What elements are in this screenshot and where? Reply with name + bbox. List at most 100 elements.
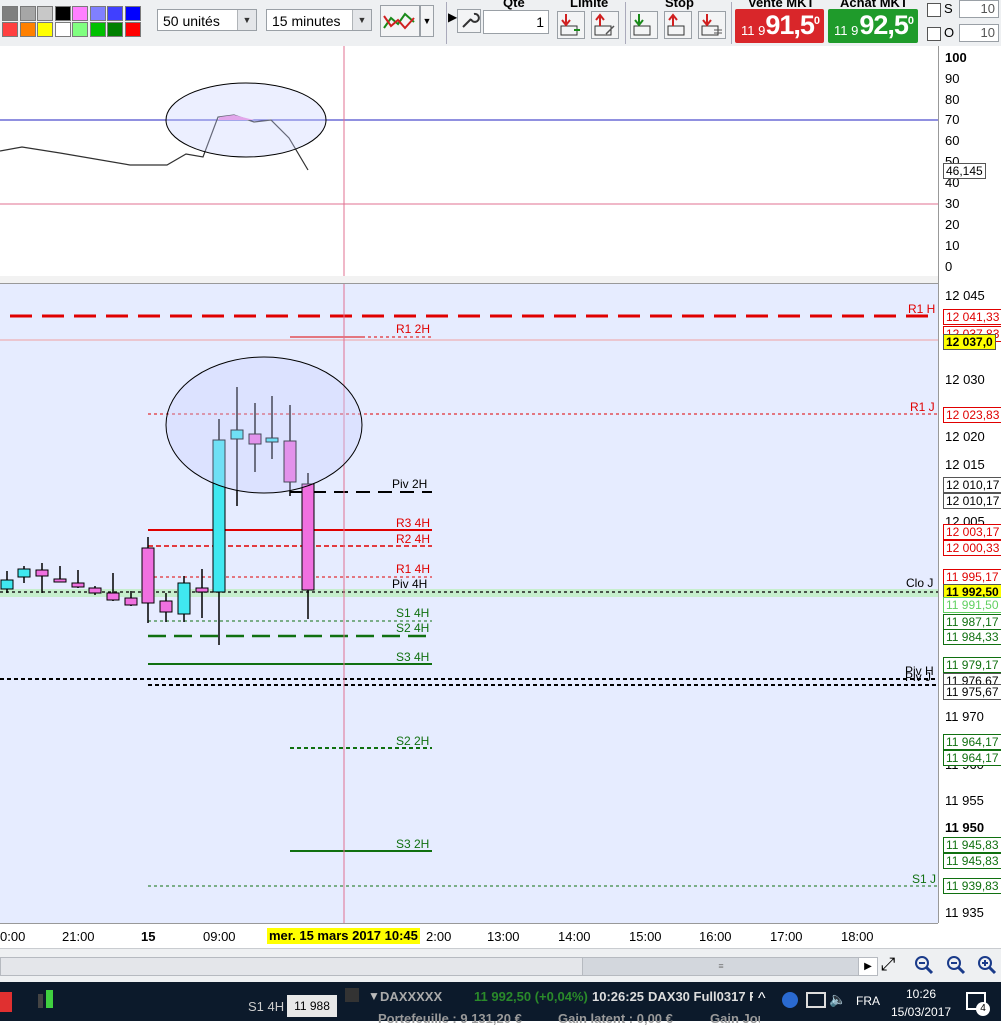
price-chart [0,283,938,923]
price-axis-tag: 11 945,83 [943,853,1001,869]
chevron-down-icon[interactable]: ▼ [368,989,380,1003]
taskbar-symbol[interactable]: DAXXXXX [380,989,442,1004]
qte-input[interactable]: 1 [483,10,549,34]
limit-buy-button[interactable] [557,11,585,39]
chart-type-button[interactable] [380,5,420,37]
s1-4h-label: S1 4H [396,606,430,620]
candle-icon[interactable] [46,990,53,1008]
scroll-right-arrow[interactable]: ▶ [858,958,877,975]
taskbar-s1-4h: S1 4H [248,999,285,1014]
candle-body [17,568,31,578]
toolbar: 50 unités ▼ 15 minutes ▼ ▼ ▶ Qte 1 Limit… [0,0,1001,47]
separator [446,2,447,44]
buy-market-button[interactable]: 11 9 92,50 [828,9,918,43]
price-highlight-ellipse [165,356,363,494]
clock-date[interactable]: 15/03/2017 [891,1005,951,1019]
zoom-in-icon[interactable] [975,953,999,982]
r2-4h-label: R2 4H [396,532,431,546]
color-swatch[interactable] [124,22,141,37]
wrench-button[interactable] [457,9,481,33]
units-select[interactable]: 50 unités ▼ [157,9,257,31]
monitor-icon[interactable] [806,992,826,1008]
price-axis-tag: 12 000,33 [943,540,1001,556]
color-swatch[interactable] [19,22,36,37]
color-swatch[interactable] [54,22,71,37]
color-swatch[interactable] [54,6,71,21]
price-axis-tag: 12 041,33 [943,309,1001,325]
rsi-pane[interactable] [0,46,938,277]
stop-sell-button[interactable] [664,11,692,39]
color-swatch[interactable] [19,6,36,21]
color-swatch[interactable] [89,6,106,21]
s-checkbox[interactable] [927,3,941,17]
rsi-highlight-ellipse [165,82,327,158]
horizontal-scrollbar[interactable]: ≡ ▶ [0,957,878,976]
candle-body [301,483,315,591]
app-icon[interactable] [0,992,12,1012]
s-value-input[interactable]: 10 [959,0,999,18]
rsi-axis-tick: 30 [945,196,960,211]
scrollbar-thumb[interactable]: ≡ [582,958,859,975]
buy-price-prefix: 11 9 [834,23,859,38]
rsi-axis-tick: 20 [945,217,960,232]
square-icon [345,988,359,1002]
chart-type-dropdown[interactable]: ▼ [420,5,434,37]
clo-j-label: Clo J [906,576,934,590]
taskbar-timestamp: 10:26:25 [592,989,645,1004]
price-axis-tag: 12 010,17 [943,493,1001,509]
color-swatch[interactable] [107,6,123,21]
taskbar-price-box: 11 988 [287,995,337,1017]
stop-trailing-button[interactable] [698,11,726,39]
zoom-out-icon[interactable] [944,953,968,982]
color-swatch[interactable] [72,6,88,21]
network-icon[interactable] [782,992,798,1008]
price-axis-tag: 11 945,83 [943,837,1001,853]
price-pane[interactable]: R1 H R1 2H R1 J Piv 2H R3 4H R2 4H R1 4H… [0,283,938,923]
clock-time[interactable]: 10:26 [906,987,936,1001]
candle-icon[interactable] [38,994,43,1008]
candle-body [106,592,120,601]
chevron-down-icon[interactable]: ▼ [237,10,256,30]
price-axis[interactable]: 100 90 80 70 60 50 40 30 20 10 0 46,145 12 045 12 0… [938,46,1001,923]
chevron-up-icon[interactable]: ^ [758,990,766,1008]
o-checkbox[interactable] [927,27,941,41]
time-axis[interactable]: 0:00 21:00 15 09:00 2:00 13:00 14:00 15:00 16:00… [0,923,938,948]
candle-body [195,587,209,593]
color-swatch[interactable] [2,6,18,21]
candle-body [71,582,85,588]
stop-buy-button[interactable] [630,11,658,39]
color-swatch[interactable] [107,22,123,37]
language-indicator[interactable]: FRA [856,994,880,1008]
stop-label: Stop [665,0,694,10]
r1h-label: R1 H [908,302,936,316]
price-axis-tick: 11 950 [945,820,985,835]
candle-body [124,597,138,606]
color-swatch[interactable] [72,22,88,37]
rsi-axis-tick: 70 [945,112,960,127]
auto-scale-icon[interactable]: ⤢ [881,954,895,975]
color-swatch[interactable] [124,6,141,21]
r1-2h-label: R1 2H [396,322,431,336]
candle-body [53,578,67,583]
candle-body [177,582,191,615]
taskbar-instrument: DAX30 Full0317 F [648,989,753,1004]
speaker-icon[interactable]: 🔈 [829,991,846,1008]
zoom-fit-icon[interactable] [912,953,936,982]
price-axis-tick: 12 015 [945,457,985,472]
chevron-down-icon[interactable]: ▼ [352,10,371,30]
pane-separator[interactable] [0,276,938,284]
color-swatch[interactable] [37,6,53,21]
price-axis-tag: 11 964,17 [943,750,1001,766]
time-axis-tick: 15 [141,929,156,944]
buy-price-main: 92,50 [859,10,914,40]
time-axis-tick: 18:00 [841,929,874,944]
taskbar-quote: 11 992,50 (+0,04%) [474,989,588,1004]
sell-market-button[interactable]: 11 9 91,50 [735,9,824,43]
color-swatch[interactable] [37,22,53,37]
color-swatch[interactable] [2,22,18,37]
o-value-input[interactable]: 10 [959,24,999,42]
timeframe-select[interactable]: 15 minutes ▼ [266,9,372,31]
color-swatch[interactable] [89,22,106,37]
price-axis-tag: 12 003,17 [943,524,1001,540]
limit-sell-button[interactable] [591,11,619,39]
